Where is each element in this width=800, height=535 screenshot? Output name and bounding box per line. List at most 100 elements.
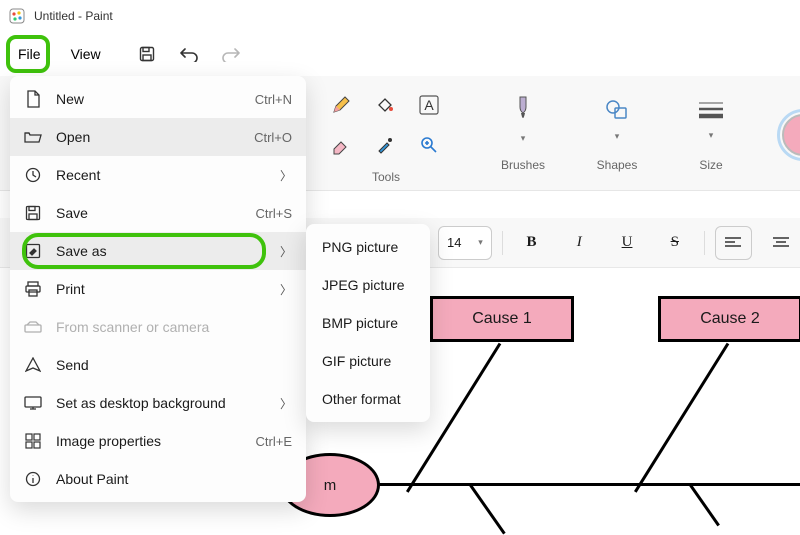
save-as-submenu: PNG picture JPEG picture BMP picture GIF… (306, 224, 430, 422)
file-menu-item-save-as[interactable]: Save as 〉 (10, 232, 306, 270)
chevron-right-icon: 〉 (280, 167, 292, 184)
view-menu-button[interactable]: View (57, 38, 115, 70)
svg-text:A: A (424, 97, 434, 113)
menu-item-shortcut: Ctrl+O (254, 130, 292, 145)
view-menu-label: View (71, 46, 101, 62)
file-menu-item-print[interactable]: Print 〉 (10, 270, 306, 308)
redo-icon (211, 35, 251, 73)
file-menu-item-save[interactable]: Save Ctrl+S (10, 194, 306, 232)
file-menu-button[interactable]: File (4, 38, 55, 70)
chevron-down-icon: ▾ (709, 130, 714, 141)
printer-icon (24, 280, 42, 298)
menu-item-shortcut: Ctrl+N (255, 92, 292, 107)
align-center-button[interactable] (762, 226, 800, 260)
font-size-value: 14 (447, 235, 461, 250)
file-menu-dropdown: New Ctrl+N Open Ctrl+O Recent 〉 Save Ctr… (10, 76, 306, 502)
file-menu-item-about[interactable]: About Paint (10, 460, 306, 498)
saveas-bmp[interactable]: BMP picture (306, 304, 430, 342)
undo-icon[interactable] (169, 35, 209, 73)
magnifier-tool-icon[interactable] (408, 126, 450, 164)
cause-2-box[interactable]: Cause 2 (658, 296, 800, 342)
divider (704, 231, 705, 255)
chevron-down-icon: ▾ (615, 131, 620, 142)
submenu-item-label: JPEG picture (322, 277, 404, 293)
colors-group (782, 86, 800, 184)
save-as-icon (24, 242, 42, 260)
chevron-right-icon: 〉 (280, 395, 292, 412)
saveas-png[interactable]: PNG picture (306, 228, 430, 266)
size-button[interactable]: ▾ (688, 86, 734, 152)
submenu-item-label: BMP picture (322, 315, 398, 331)
menu-item-label: Send (56, 357, 292, 373)
file-menu-label: File (18, 46, 41, 62)
paint-app-icon (8, 7, 26, 25)
text-tool-icon[interactable]: A (408, 86, 450, 124)
fishbone-branch (689, 484, 720, 527)
scanner-icon (24, 318, 42, 336)
bold-button[interactable]: B (513, 226, 551, 260)
underline-button[interactable]: U (608, 226, 646, 260)
shapes-group: ▾ Shapes (594, 86, 640, 184)
chevron-right-icon: 〉 (280, 243, 292, 260)
menu-item-label: About Paint (56, 471, 292, 487)
file-menu-item-recent[interactable]: Recent 〉 (10, 156, 306, 194)
tools-group-label: Tools (372, 170, 400, 184)
fishbone-branch (469, 484, 506, 535)
size-group-label: Size (699, 158, 722, 172)
brushes-group: ▾ Brushes (500, 86, 546, 184)
menu-item-label: Open (56, 129, 240, 145)
fishbone-branch (634, 343, 729, 493)
menu-item-shortcut: Ctrl+E (256, 434, 292, 449)
color-primary-swatch[interactable] (782, 114, 800, 156)
eraser-tool-icon[interactable] (320, 126, 362, 164)
new-file-icon (24, 90, 42, 108)
fill-tool-icon[interactable] (364, 86, 406, 124)
menu-item-label: Image properties (56, 433, 242, 449)
properties-icon (24, 432, 42, 450)
chevron-right-icon: 〉 (280, 281, 292, 298)
tools-group: A Tools (320, 86, 452, 184)
color-picker-tool-icon[interactable] (364, 126, 406, 164)
italic-button[interactable]: I (560, 226, 598, 260)
brushes-button[interactable]: ▾ (500, 86, 546, 152)
shapes-button[interactable]: ▾ (594, 86, 640, 152)
file-menu-item-desktop-bg[interactable]: Set as desktop background 〉 (10, 384, 306, 422)
folder-open-icon (24, 128, 42, 146)
fishbone-spine (360, 483, 800, 486)
submenu-item-label: PNG picture (322, 239, 398, 255)
shapes-group-label: Shapes (597, 158, 638, 172)
menu-item-label: New (56, 91, 241, 107)
window-title: Untitled - Paint (34, 9, 113, 23)
menu-item-label: From scanner or camera (56, 319, 292, 335)
saveas-gif[interactable]: GIF picture (306, 342, 430, 380)
menu-item-label: Save (56, 205, 242, 221)
pencil-tool-icon[interactable] (320, 86, 362, 124)
menu-bar: File View (0, 32, 800, 76)
align-left-button[interactable] (715, 226, 753, 260)
saveas-other[interactable]: Other format (306, 380, 430, 418)
menu-item-label: Set as desktop background (56, 395, 266, 411)
menu-item-shortcut: Ctrl+S (256, 206, 292, 221)
menu-item-label: Recent (56, 167, 266, 183)
submenu-item-label: Other format (322, 391, 401, 407)
clock-icon (24, 166, 42, 184)
save-icon (24, 204, 42, 222)
save-quick-icon[interactable] (127, 35, 167, 73)
menu-item-label: Save as (56, 243, 266, 259)
strikethrough-button[interactable]: S (656, 226, 694, 260)
saveas-jpeg[interactable]: JPEG picture (306, 266, 430, 304)
divider (502, 231, 503, 255)
cause-1-box[interactable]: Cause 1 (430, 296, 574, 342)
file-menu-item-properties[interactable]: Image properties Ctrl+E (10, 422, 306, 460)
menu-item-label: Print (56, 281, 266, 297)
file-menu-item-scanner: From scanner or camera (10, 308, 306, 346)
title-bar: Untitled - Paint (0, 0, 800, 32)
chevron-down-icon: ▾ (521, 133, 526, 144)
chevron-down-icon: ▾ (478, 237, 483, 248)
file-menu-item-new[interactable]: New Ctrl+N (10, 80, 306, 118)
send-icon (24, 356, 42, 374)
file-menu-item-send[interactable]: Send (10, 346, 306, 384)
font-size-select[interactable]: 14 ▾ (438, 226, 492, 260)
file-menu-item-open[interactable]: Open Ctrl+O (10, 118, 306, 156)
size-group: ▾ Size (688, 86, 734, 184)
